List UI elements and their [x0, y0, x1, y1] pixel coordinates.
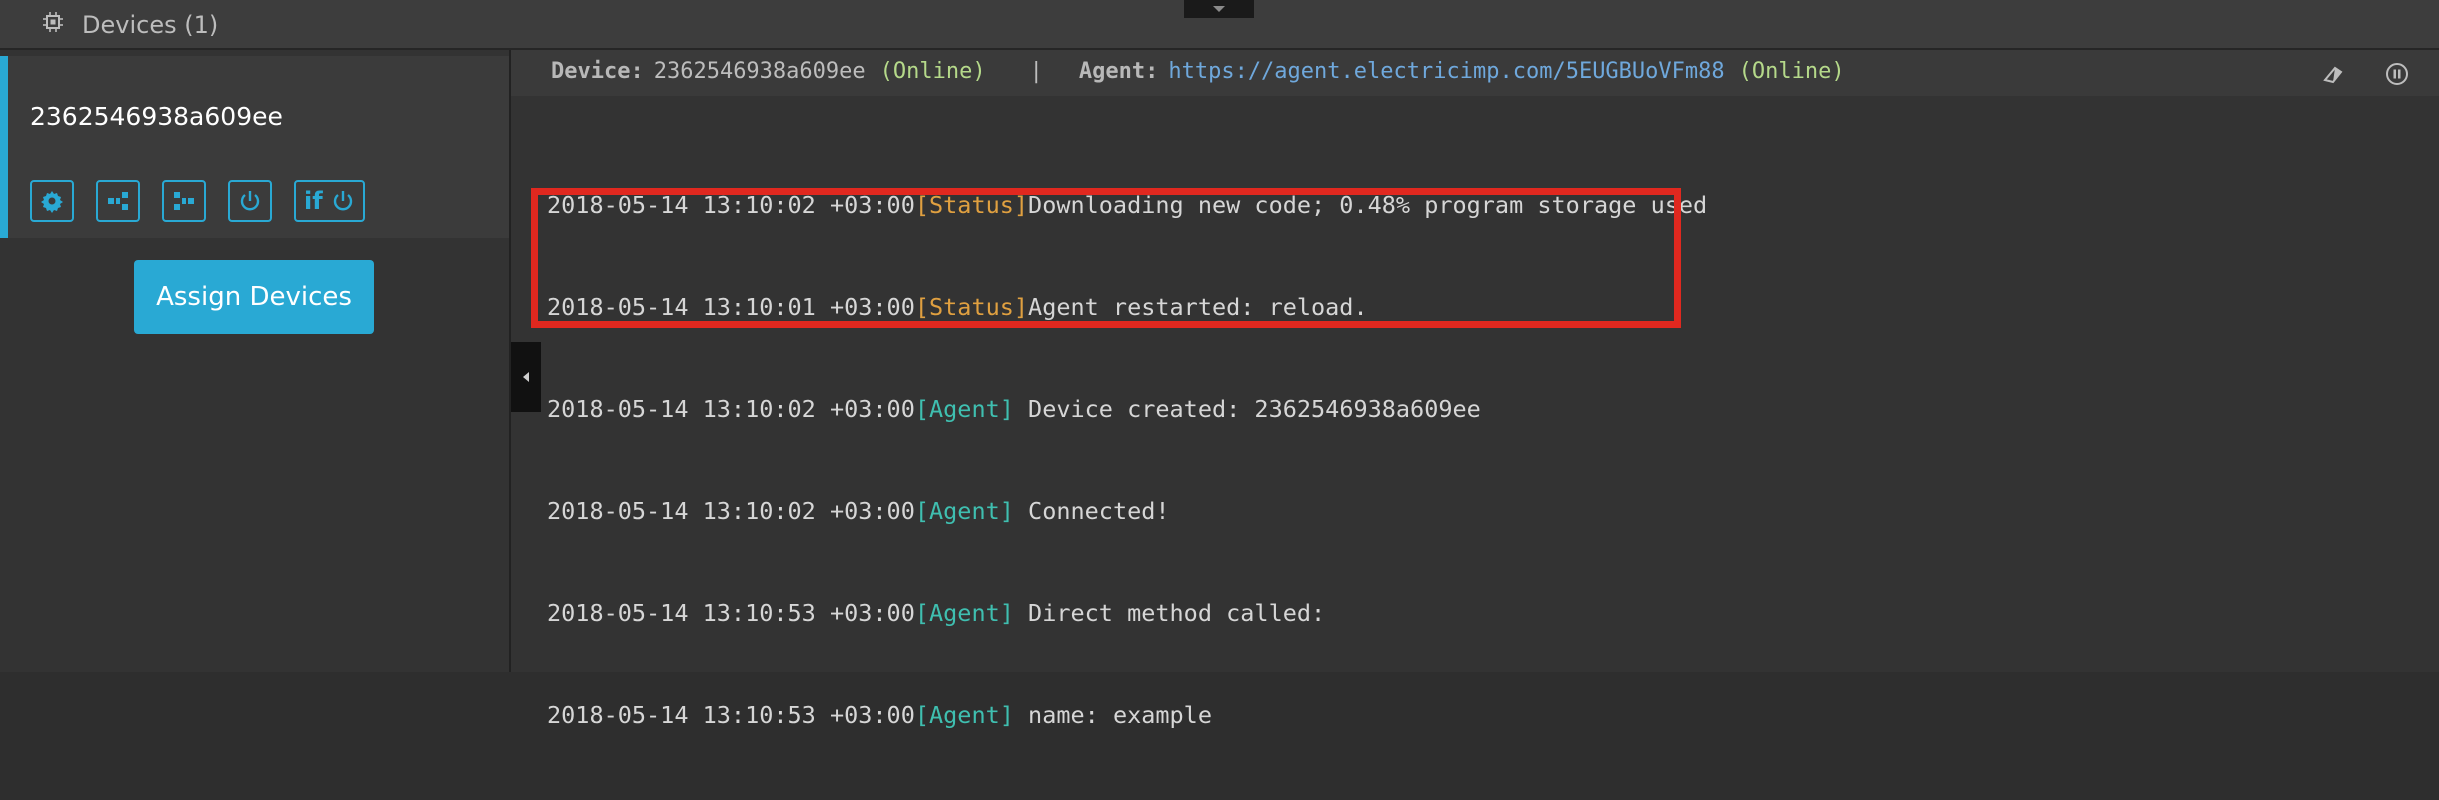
- chip-icon: [42, 11, 82, 39]
- conditional-restart-button[interactable]: if: [294, 180, 365, 222]
- device-actions: if: [30, 180, 387, 222]
- device-id: 2362546938a609ee: [653, 59, 866, 84]
- power-icon: [333, 191, 352, 211]
- assign-device-button[interactable]: [96, 180, 140, 222]
- log-line: 2018-05-14 13:10:53 +03:00[Agent] Direct…: [547, 596, 1707, 630]
- pause-log-button[interactable]: [2385, 62, 2409, 90]
- assign-devices-button[interactable]: Assign Devices: [134, 260, 374, 334]
- log-tag: [Agent]: [914, 701, 1014, 729]
- toggle-sidebar-button[interactable]: [511, 342, 541, 412]
- agent-url-link[interactable]: https://agent.electricimp.com/5EUGBUoVFm…: [1168, 59, 1724, 84]
- device-list-pane: 2362546938a609ee if Assign Devices: [0, 50, 511, 672]
- agent-label: Agent:: [1078, 59, 1159, 84]
- log-timestamp: 2018-05-14 13:10:02 +03:00: [547, 497, 915, 525]
- gear-icon: [41, 191, 63, 213]
- log-line: 2018-05-14 13:10:53 +03:00[Agent] name: …: [547, 698, 1707, 732]
- pause-icon: [2386, 63, 2408, 85]
- clear-log-button[interactable]: [2321, 62, 2345, 90]
- device-status: (Online): [879, 59, 986, 84]
- header-separator: |: [1029, 59, 1043, 84]
- log-message: Connected!: [1013, 497, 1170, 525]
- log-header-info: Device: 2362546938a609ee (Online) | Agen…: [551, 59, 1845, 84]
- agent-status: (Online): [1738, 59, 1845, 84]
- collapse-panel-button[interactable]: [1184, 0, 1254, 18]
- highlight-annotation: [531, 188, 1681, 328]
- device-settings-button[interactable]: [30, 180, 74, 222]
- devices-header: Devices (1): [0, 0, 2439, 50]
- log-message: Device created: 2362546938a609ee: [1013, 395, 1481, 423]
- chevron-left-icon: [523, 372, 529, 382]
- devices-title-label: Devices (1): [82, 11, 219, 39]
- devices-title[interactable]: Devices (1): [42, 11, 218, 39]
- log-line: 2018-05-14 13:10:02 +03:00[Agent] Connec…: [547, 494, 1707, 528]
- log-tag: [Agent]: [914, 395, 1014, 423]
- log-header-tools: [2281, 62, 2409, 90]
- log-line: 2018-05-14 13:10:02 +03:00[Agent] Device…: [547, 392, 1707, 426]
- chevron-down-icon: [1213, 6, 1225, 12]
- log-tag: [Agent]: [914, 599, 1014, 627]
- log-message: name: example: [1013, 701, 1212, 729]
- log-header: Device: 2362546938a609ee (Online) | Agen…: [511, 50, 2439, 96]
- log-timestamp: 2018-05-14 13:10:02 +03:00: [547, 395, 915, 423]
- eraser-icon: [2323, 66, 2343, 84]
- unassign-device-button[interactable]: [162, 180, 206, 222]
- conditional-restart-label: if: [304, 187, 323, 215]
- log-message: Direct method called:: [1013, 599, 1326, 627]
- device-list-item[interactable]: 2362546938a609ee if: [0, 56, 509, 238]
- log-timestamp: 2018-05-14 13:10:53 +03:00: [547, 701, 915, 729]
- power-icon: [240, 191, 260, 211]
- device-name: 2362546938a609ee: [30, 102, 283, 131]
- log-pane: Device: 2362546938a609ee (Online) | Agen…: [511, 50, 2439, 729]
- device-label: Device:: [551, 59, 644, 84]
- restart-device-button[interactable]: [228, 180, 272, 222]
- log-tag: [Agent]: [914, 497, 1014, 525]
- tree-left-icon: [174, 192, 194, 210]
- log-timestamp: 2018-05-14 13:10:53 +03:00: [547, 599, 915, 627]
- tree-right-icon: [108, 192, 128, 210]
